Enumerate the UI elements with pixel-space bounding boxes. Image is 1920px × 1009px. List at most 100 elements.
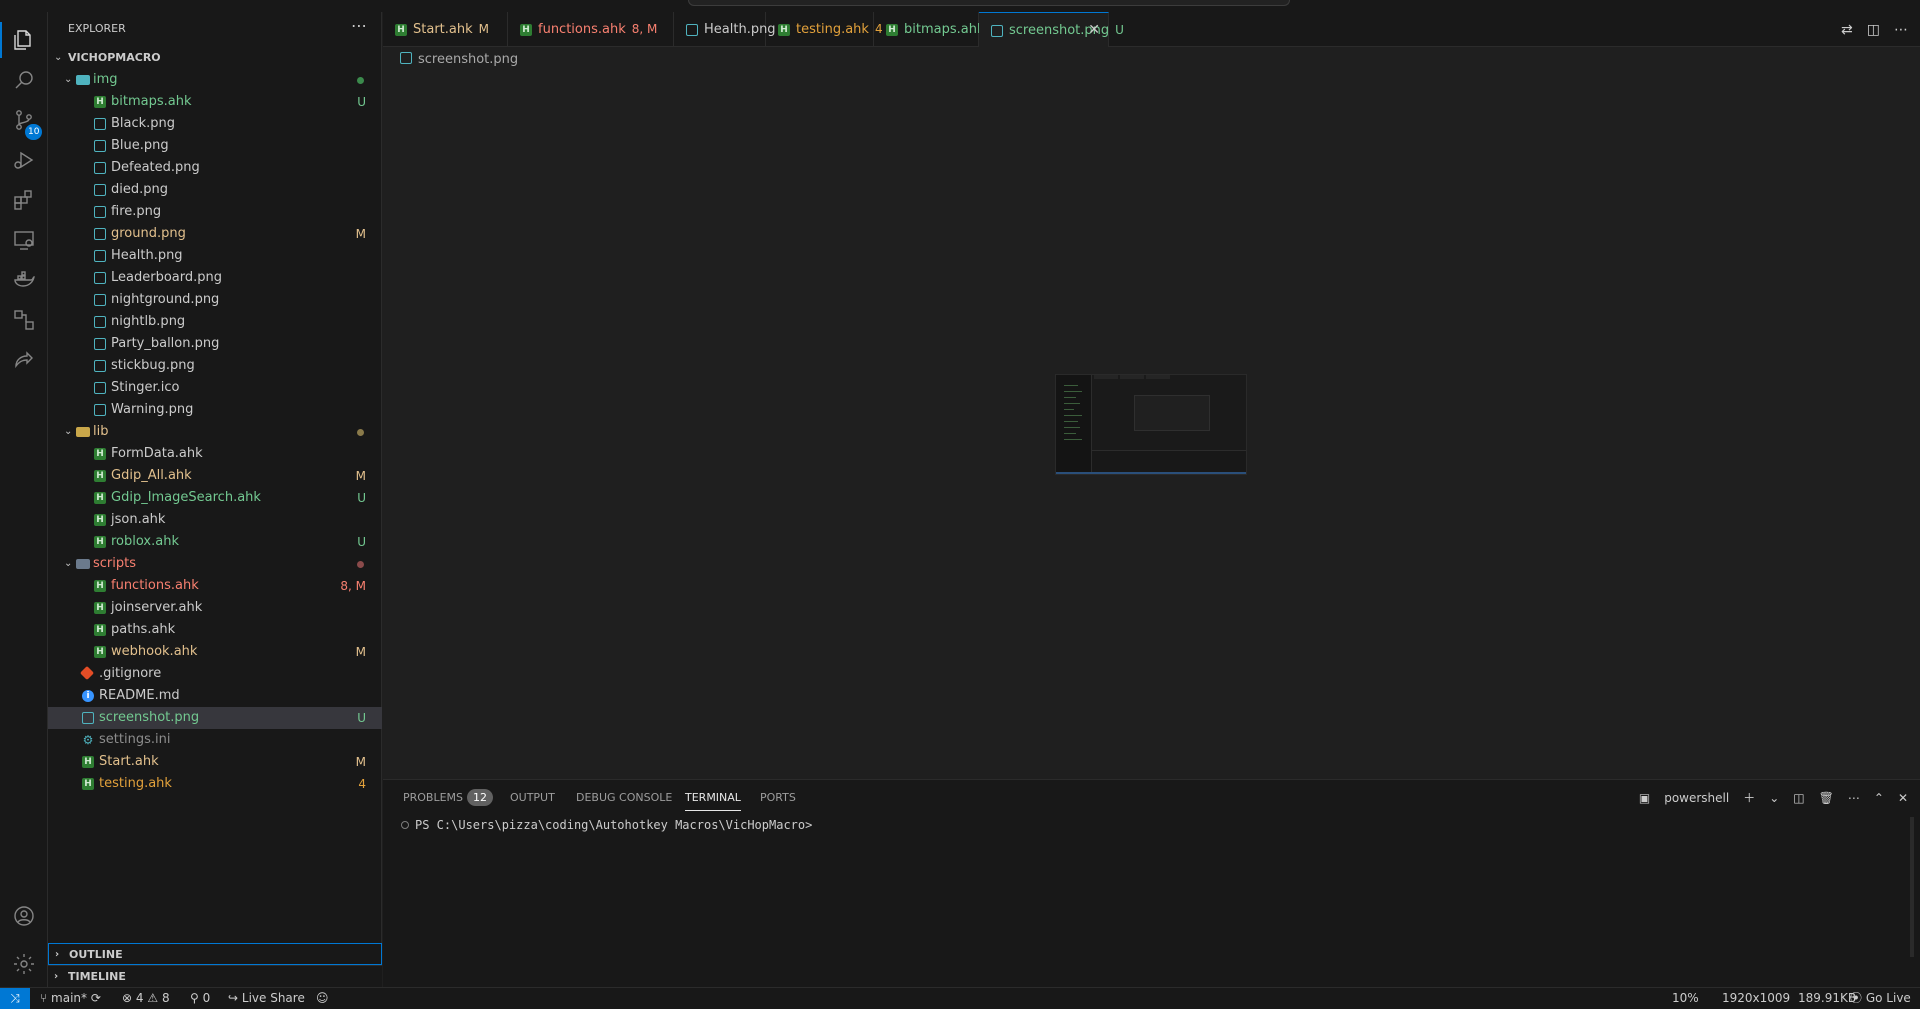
file-name: fire.png xyxy=(111,204,162,219)
file-item[interactable]: screenshot.png U xyxy=(48,707,382,729)
file-name: Gdip_ImageSearch.ahk xyxy=(111,490,261,505)
file-name: stickbug.png xyxy=(111,358,195,373)
file-name: ground.png xyxy=(111,226,186,241)
editor-tab[interactable]: H Start.ahk M xyxy=(383,12,508,47)
file-item[interactable]: stickbug.png xyxy=(48,355,382,377)
live-share-icon: ↪ xyxy=(228,991,239,1005)
ahk-file-icon: H xyxy=(886,24,898,36)
terminal-scrollbar[interactable] xyxy=(1910,817,1914,957)
file-item[interactable]: died.png xyxy=(48,179,382,201)
editor-tab[interactable]: screenshot.png U ✕ xyxy=(979,12,1124,48)
file-item[interactable]: Hjson.ahk xyxy=(48,509,382,531)
file-item[interactable]: Warning.png xyxy=(48,399,382,421)
command-center[interactable] xyxy=(688,0,1290,6)
compare-changes-icon[interactable]: ⇄ xyxy=(1841,22,1853,38)
editor-tab[interactable]: Hfunctions.ahk 8, M xyxy=(508,12,674,47)
file-item[interactable]: nightlb.png xyxy=(48,311,382,333)
chevron-down-icon: ⌄ xyxy=(64,74,73,85)
breadcrumb-file: screenshot.png xyxy=(418,52,519,67)
go-live-button[interactable]: ⦿ Go Live xyxy=(1850,988,1911,1009)
file-item[interactable]: i README.md xyxy=(48,685,382,707)
file-name: joinserver.ahk xyxy=(111,600,203,615)
file-item[interactable]: .gitignore xyxy=(48,663,382,685)
ahk-file-icon: H xyxy=(94,448,106,460)
new-terminal-icon[interactable]: ＋ xyxy=(1743,789,1755,806)
file-item[interactable]: H Gdip_ImageSearch.ahk U xyxy=(48,487,382,509)
timeline-label: TIMELINE xyxy=(68,970,126,983)
remote-indicator-icon[interactable]: ⤨ xyxy=(0,988,30,1009)
editor-tab[interactable]: Htesting.ahk 4 xyxy=(766,12,883,47)
chevron-right-icon: › xyxy=(55,949,60,960)
file-item[interactable]: Black.png xyxy=(48,113,382,135)
more-actions-icon[interactable]: ⋯ xyxy=(351,16,367,35)
branch-indicator[interactable]: ⑂ main* ⟳ xyxy=(40,988,101,1009)
more-actions-icon[interactable]: ⋯ xyxy=(1894,22,1908,38)
file-item[interactable]: H Start.ahk M xyxy=(48,751,382,773)
live-share-button[interactable]: ↪ Live Share xyxy=(228,988,305,1009)
file-item[interactable]: Health.png xyxy=(48,245,382,267)
settings-gear-icon[interactable] xyxy=(0,940,48,988)
shell-label[interactable]: powershell xyxy=(1664,791,1729,805)
image-file-icon xyxy=(94,272,106,284)
image-file-icon xyxy=(400,52,412,64)
file-item[interactable]: Hroblox.ahk U xyxy=(48,531,382,553)
folder-item[interactable]: ⌄ img xyxy=(48,69,382,91)
breadcrumb[interactable]: screenshot.png xyxy=(400,49,518,71)
maximize-panel-icon[interactable]: ⌃ xyxy=(1874,791,1884,805)
close-panel-icon[interactable]: ✕ xyxy=(1898,791,1908,805)
zoom-level[interactable]: 10% xyxy=(1672,988,1699,1009)
tab-label: testing.ahk xyxy=(796,22,869,37)
tab-debug-console[interactable]: DEBUG CONSOLE xyxy=(576,780,672,815)
editor-tab[interactable]: Health.png xyxy=(674,12,776,47)
problems-indicator[interactable]: ⊗ 4 ⚠ 8 xyxy=(122,988,170,1009)
preview-tab xyxy=(1094,375,1118,379)
account-icon[interactable] xyxy=(0,892,48,940)
ahk-file-icon: H xyxy=(94,514,106,526)
editor-tab[interactable]: Hbitmaps.ahkU xyxy=(874,12,999,47)
project-root[interactable]: ⌄ VICHOPMACRO xyxy=(48,47,382,69)
chevron-down-icon[interactable]: ⌄ xyxy=(1769,791,1779,805)
file-item[interactable]: Hfunctions.ahk 8, M xyxy=(48,575,382,597)
file-item[interactable]: Leaderboard.png xyxy=(48,267,382,289)
split-editor-icon[interactable]: ◫ xyxy=(1867,22,1880,38)
terminal-text: PS C:\Users\pizza\coding\Autohotkey Macr… xyxy=(415,818,813,832)
file-item[interactable]: H FormData.ahk xyxy=(48,443,382,465)
ports-indicator[interactable]: ⚲ 0 xyxy=(190,988,210,1009)
tab-status-badge: U xyxy=(1115,23,1124,37)
file-item[interactable]: ⚙ settings.ini xyxy=(48,729,382,751)
tab-terminal[interactable]: TERMINAL xyxy=(685,780,741,815)
file-item[interactable]: fire.png xyxy=(48,201,382,223)
image-preview[interactable] xyxy=(1055,374,1247,475)
file-item[interactable]: nightground.png xyxy=(48,289,382,311)
more-actions-icon[interactable]: ⋯ xyxy=(1848,791,1860,805)
close-tab-icon[interactable]: ✕ xyxy=(1088,13,1100,48)
live-share-icon[interactable] xyxy=(0,336,48,384)
tab-ports[interactable]: PORTS xyxy=(760,780,796,815)
outline-section[interactable]: › OUTLINE xyxy=(48,943,382,965)
file-item[interactable]: Htesting.ahk 4 xyxy=(48,773,382,795)
terminal-prompt[interactable]: PS C:\Users\pizza\coding\Autohotkey Macr… xyxy=(401,818,812,832)
file-tree: ⌄ VICHOPMACRO ⌄ img Hbitmaps.ahk U Black.png… xyxy=(48,47,382,795)
folder-item[interactable]: ⌄ lib xyxy=(48,421,382,443)
file-item[interactable]: ground.png M xyxy=(48,223,382,245)
file-item[interactable]: Blue.png xyxy=(48,135,382,157)
file-name: nightground.png xyxy=(111,292,220,307)
folder-item[interactable]: ⌄ scripts xyxy=(48,553,382,575)
file-item[interactable]: Hbitmaps.ahk U xyxy=(48,91,382,113)
tab-output[interactable]: OUTPUT xyxy=(510,780,555,815)
file-item[interactable]: Hpaths.ahk xyxy=(48,619,382,641)
trash-icon[interactable]: 🗑 xyxy=(1819,791,1834,805)
file-item[interactable]: Hjoinserver.ahk xyxy=(48,597,382,619)
file-item[interactable]: Defeated.png xyxy=(48,157,382,179)
file-item[interactable]: Party_ballon.png xyxy=(48,333,382,355)
preview-line xyxy=(1064,409,1074,410)
file-item[interactable]: Stinger.ico xyxy=(48,377,382,399)
image-file-icon xyxy=(94,206,106,218)
split-terminal-icon[interactable]: ◫ xyxy=(1793,791,1804,805)
file-item[interactable]: H Gdip_All.ahk M xyxy=(48,465,382,487)
file-item[interactable]: Hwebhook.ahk M xyxy=(48,641,382,663)
timeline-section[interactable]: › TIMELINE xyxy=(48,965,382,987)
feedback-icon[interactable]: ☺ xyxy=(316,988,329,1009)
image-file-icon xyxy=(82,712,94,724)
tab-problems[interactable]: PROBLEMS 12 xyxy=(403,780,494,815)
